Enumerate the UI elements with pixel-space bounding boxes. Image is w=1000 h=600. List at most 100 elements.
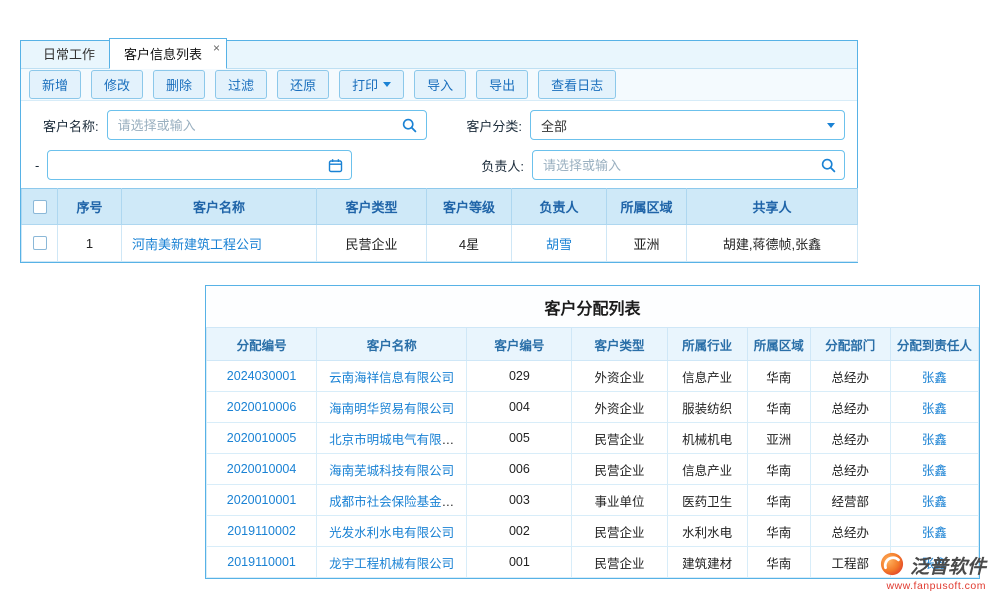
- responsible-cell: 张鑫: [890, 454, 978, 485]
- toolbar: 新增 修改 删除 过滤 还原 打印 导入 导出 查看日志: [21, 69, 857, 101]
- row-select-cell: [22, 225, 58, 262]
- chevron-down-icon: [827, 123, 835, 128]
- column-header: 客户类型: [572, 328, 667, 361]
- customer-type-cell: 民营企业: [317, 225, 427, 262]
- column-header: 所属行业: [667, 328, 747, 361]
- responsible-link[interactable]: 张鑫: [922, 402, 947, 416]
- export-button[interactable]: 导出: [476, 70, 528, 99]
- responsible-link[interactable]: 张鑫: [922, 526, 947, 540]
- industry-cell: 机械机电: [667, 423, 747, 454]
- tab-bar: 日常工作 客户信息列表 ×: [21, 41, 857, 69]
- customer-no-cell: 004: [467, 392, 572, 423]
- table-row: 2019110002 光发水利水电有限公司 002 民营企业 水利水电 华南 总…: [207, 516, 979, 547]
- allocation-id-cell: 2019110002: [207, 516, 317, 547]
- customer-level-cell: 4星: [427, 225, 512, 262]
- owner-cell: 胡雪: [512, 225, 607, 262]
- industry-cell: 服装纺织: [667, 392, 747, 423]
- responsible-link[interactable]: 张鑫: [922, 433, 947, 447]
- customer-category-select[interactable]: 全部: [530, 110, 845, 140]
- region-cell: 华南: [747, 547, 810, 578]
- customer-no-cell: 006: [467, 454, 572, 485]
- customer-name-link[interactable]: 光发水利水电有限公司: [329, 526, 454, 540]
- customer-name-link[interactable]: 海南明华贸易有限公司: [329, 402, 454, 416]
- edit-button[interactable]: 修改: [91, 70, 143, 99]
- allocation-id-link[interactable]: 2020010005: [227, 431, 297, 445]
- region-cell: 华南: [747, 516, 810, 547]
- date-range-dash: -: [35, 158, 39, 173]
- owner-input[interactable]: [532, 150, 845, 180]
- add-button[interactable]: 新增: [29, 70, 81, 99]
- responsible-link[interactable]: 张鑫: [922, 464, 947, 478]
- customer-no-cell: 003: [467, 485, 572, 516]
- allocation-id-link[interactable]: 2020010006: [227, 400, 297, 414]
- brand-name: 泛普软件: [910, 552, 986, 579]
- customer-type-cell: 外资企业: [572, 361, 667, 392]
- owner-link[interactable]: 胡雪: [546, 237, 572, 252]
- customer-type-cell: 民营企业: [572, 547, 667, 578]
- customer-name-link[interactable]: 北京市明城电气有限公司: [329, 433, 467, 447]
- responsible-cell: 张鑫: [890, 392, 978, 423]
- column-header: 负责人: [512, 189, 607, 225]
- customer-info-panel: 日常工作 客户信息列表 × 新增 修改 删除 过滤 还原 打印 导入 导出 查看…: [20, 40, 858, 263]
- customer-name-link[interactable]: 龙宇工程机械有限公司: [329, 557, 454, 571]
- region-cell: 华南: [747, 361, 810, 392]
- customer-name-link[interactable]: 成都市社会保险基金管理...: [329, 495, 467, 509]
- allocation-id-link[interactable]: 2024030001: [227, 369, 297, 383]
- customer-type-cell: 外资企业: [572, 392, 667, 423]
- select-all-checkbox[interactable]: [33, 200, 47, 214]
- delete-button[interactable]: 删除: [153, 70, 205, 99]
- table-row: 2020010006 海南明华贸易有限公司 004 外资企业 服装纺织 华南 总…: [207, 392, 979, 423]
- region-cell: 华南: [747, 392, 810, 423]
- customer-name-link[interactable]: 海南芜城科技有限公司: [329, 464, 454, 478]
- customer-name-label: 客户名称:: [43, 116, 99, 135]
- customer-name-cell: 成都市社会保险基金管理...: [317, 485, 467, 516]
- row-no-cell: 1: [58, 225, 122, 262]
- responsible-cell: 张鑫: [890, 423, 978, 454]
- dept-cell: 总经办: [810, 516, 890, 547]
- filter-button[interactable]: 过滤: [215, 70, 267, 99]
- tab-daily-work[interactable]: 日常工作: [29, 39, 109, 68]
- restore-button[interactable]: 还原: [277, 70, 329, 99]
- button-label: 导入: [427, 75, 453, 94]
- select-all-cell: [22, 189, 58, 225]
- industry-cell: 信息产业: [667, 454, 747, 485]
- button-label: 新增: [42, 75, 68, 94]
- customer-type-cell: 民营企业: [572, 423, 667, 454]
- search-icon[interactable]: [400, 115, 420, 135]
- responsible-link[interactable]: 张鑫: [922, 371, 947, 385]
- owner-field-wrap: [532, 150, 845, 180]
- industry-cell: 医药卫生: [667, 485, 747, 516]
- tab-customer-info-list[interactable]: 客户信息列表 ×: [109, 38, 227, 69]
- row-checkbox[interactable]: [33, 236, 47, 250]
- customer-name-link[interactable]: 河南美新建筑工程公司: [132, 237, 262, 252]
- customer-name-cell: 河南美新建筑工程公司: [122, 225, 317, 262]
- allocation-id-cell: 2024030001: [207, 361, 317, 392]
- responsible-link[interactable]: 张鑫: [922, 495, 947, 509]
- close-icon[interactable]: ×: [213, 41, 220, 55]
- print-button[interactable]: 打印: [339, 70, 404, 99]
- table-row: 2024030001 云南海祥信息有限公司 029 外资企业 信息产业 华南 总…: [207, 361, 979, 392]
- button-label: 修改: [104, 75, 130, 94]
- region-cell: 亚洲: [607, 225, 687, 262]
- column-header: 共享人: [687, 189, 858, 225]
- customer-name-input[interactable]: [107, 110, 427, 140]
- view-log-button[interactable]: 查看日志: [538, 70, 616, 99]
- customer-name-link[interactable]: 云南海祥信息有限公司: [329, 371, 454, 385]
- customer-no-cell: 002: [467, 516, 572, 547]
- allocation-id-link[interactable]: 2020010004: [227, 462, 297, 476]
- column-header: 客户名称: [122, 189, 317, 225]
- button-label: 删除: [166, 75, 192, 94]
- region-cell: 亚洲: [747, 423, 810, 454]
- allocation-table: 分配编号 客户名称 客户编号 客户类型 所属行业 所属区域 分配部门 分配到责任…: [206, 327, 979, 578]
- dept-cell: 工程部: [810, 547, 890, 578]
- date-input[interactable]: [47, 150, 352, 180]
- customer-name-cell: 北京市明城电气有限公司: [317, 423, 467, 454]
- allocation-id-link[interactable]: 2020010001: [227, 493, 297, 507]
- calendar-icon[interactable]: [325, 155, 345, 175]
- allocation-id-link[interactable]: 2019110001: [227, 555, 296, 569]
- column-header: 客户类型: [317, 189, 427, 225]
- allocation-id-link[interactable]: 2019110002: [227, 524, 296, 538]
- search-icon[interactable]: [818, 155, 838, 175]
- import-button[interactable]: 导入: [414, 70, 466, 99]
- dept-cell: 经营部: [810, 485, 890, 516]
